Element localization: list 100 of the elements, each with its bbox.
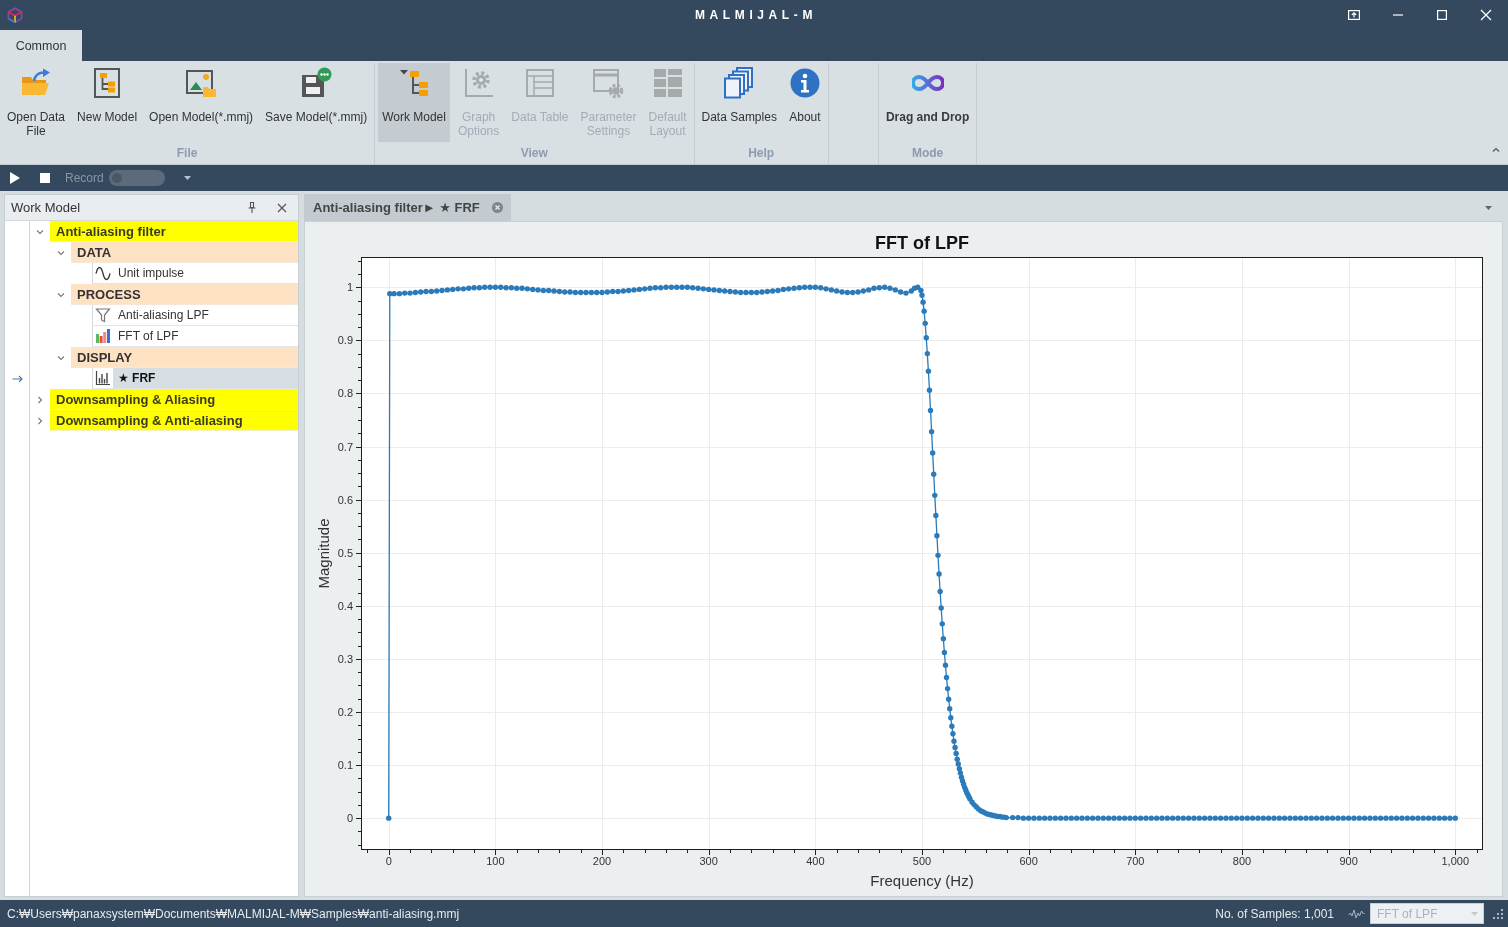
resize-grip-icon[interactable] [1493, 908, 1503, 919]
tick-label: 0.2 [337, 705, 353, 718]
data-point [935, 552, 941, 559]
tick-label: 300 [699, 855, 718, 867]
funnel-icon [95, 307, 111, 323]
tick-label: 0.1 [337, 759, 353, 772]
ribbon-button[interactable]: New Model [73, 63, 142, 142]
data-point [925, 368, 932, 374]
data-point [927, 407, 934, 414]
data-point [924, 350, 931, 357]
maximize-icon[interactable] [1436, 9, 1448, 21]
ribbon-button[interactable]: Open Model(*.mmj) [145, 63, 258, 142]
tree-item[interactable]: PROCESS [71, 284, 298, 305]
tick-label: 600 [1019, 855, 1038, 867]
tree-item[interactable]: DATA [71, 242, 298, 263]
data-point [943, 674, 950, 681]
data-point [939, 621, 945, 627]
chevron-down-icon[interactable] [56, 353, 65, 362]
arrow-right-icon [11, 374, 23, 383]
data-point [926, 387, 933, 393]
chevron-right-icon[interactable] [35, 395, 44, 404]
floppy-disk-icon[interactable] [300, 67, 333, 99]
axis-title: Frequency (Hz) [870, 872, 974, 889]
ribbon-button[interactable]: Save Model(*.mmj) [261, 63, 372, 142]
data-point [921, 308, 927, 314]
data-point [932, 492, 938, 499]
tick-label: 400 [806, 855, 825, 867]
chart-title: FFT of LPF [875, 233, 969, 253]
chevron-down-icon[interactable] [56, 248, 65, 257]
data-point [933, 512, 939, 519]
data-point [945, 696, 952, 702]
axis-title: Magnitude [315, 518, 332, 589]
data-point [922, 320, 928, 327]
group-label: Help [747, 145, 776, 162]
tick-label: 1,000 [1441, 855, 1470, 867]
caret-down-icon[interactable] [1484, 205, 1492, 210]
tick-label: 0.5 [337, 546, 353, 559]
group-label: View [519, 145, 549, 162]
data-point [948, 715, 954, 721]
ribbon-tab[interactable]: Common [0, 30, 82, 61]
data-point [937, 588, 943, 595]
tick-label: 0.7 [337, 440, 353, 453]
ribbon-button[interactable]: Open Data File [3, 63, 70, 142]
tick-label: 0.8 [337, 387, 353, 400]
data-point [923, 335, 929, 341]
tick-label: 100 [486, 855, 505, 867]
bar-chart-icon [95, 370, 111, 386]
record-label: Record [65, 171, 104, 185]
tick-label: 0 [385, 855, 392, 867]
group-label: Mode [910, 145, 945, 162]
tick-label: 0 [346, 812, 353, 825]
tick-label: 700 [1126, 855, 1145, 867]
tick-label: 500 [912, 855, 932, 867]
data-point [949, 723, 955, 729]
tick-label: 0.4 [337, 599, 353, 612]
ribbon-button[interactable]: Drag and Drop [881, 63, 974, 142]
chevron-down-icon[interactable] [56, 290, 65, 299]
data-point [940, 636, 947, 642]
data-point [928, 428, 935, 435]
chevron-down-icon[interactable] [35, 227, 44, 236]
data-point [938, 605, 944, 611]
tick-label: 1 [346, 281, 353, 294]
tick-label: 200 [592, 855, 612, 867]
group-label: File [175, 145, 199, 162]
document-tab[interactable]: Anti-aliasing filter► ★ FRF [304, 194, 511, 221]
tree-item[interactable]: Anti-aliasing filter [50, 221, 298, 242]
data-point [936, 571, 942, 577]
info-icon[interactable] [788, 67, 821, 99]
window-title: MALMIJAL-M [694, 8, 817, 22]
picture-folder-icon[interactable] [185, 67, 218, 99]
tick-label: 0.9 [337, 334, 353, 347]
panel-title: Work Model [11, 200, 82, 215]
tick-label: 0.3 [337, 652, 353, 665]
data-point [942, 662, 949, 668]
color-bars-icon [95, 328, 111, 344]
data-point [947, 706, 953, 712]
wave-icon [95, 265, 111, 281]
file-path: C:₩Users₩panaxsystem₩Documents₩MALMIJAL-M₩Samples₩anti-aliasing.mmj [7, 906, 461, 921]
tick-label: 0.6 [337, 493, 353, 506]
waveform-icon [1348, 908, 1365, 919]
stacked-pages-icon[interactable] [723, 67, 756, 99]
ribbon-button[interactable]: Work Model [378, 63, 450, 142]
tree-item[interactable]: Downsampling & Anti-aliasing [50, 410, 298, 431]
ribbon-button[interactable]: Data Samples [697, 63, 781, 142]
cube-logo-icon [7, 7, 23, 23]
tree-icon[interactable] [398, 67, 431, 99]
chevron-up-icon[interactable] [1492, 147, 1500, 152]
sample-count: No. of Samples: 1,001 [1215, 906, 1334, 921]
box-arrow-icon[interactable] [1348, 9, 1360, 21]
data-point [941, 649, 948, 656]
chevron-right-icon[interactable] [35, 416, 44, 425]
tree-item[interactable]: Downsampling & Aliasing [50, 389, 298, 410]
data-point [934, 533, 940, 539]
data-point [929, 450, 936, 456]
tree-item[interactable]: DISPLAY [71, 347, 298, 368]
data-point [386, 815, 392, 821]
data-point [944, 685, 951, 692]
tree-item[interactable]: ★ FRF [113, 368, 298, 389]
data-point [931, 471, 937, 477]
ribbon-button[interactable]: About [784, 63, 825, 142]
